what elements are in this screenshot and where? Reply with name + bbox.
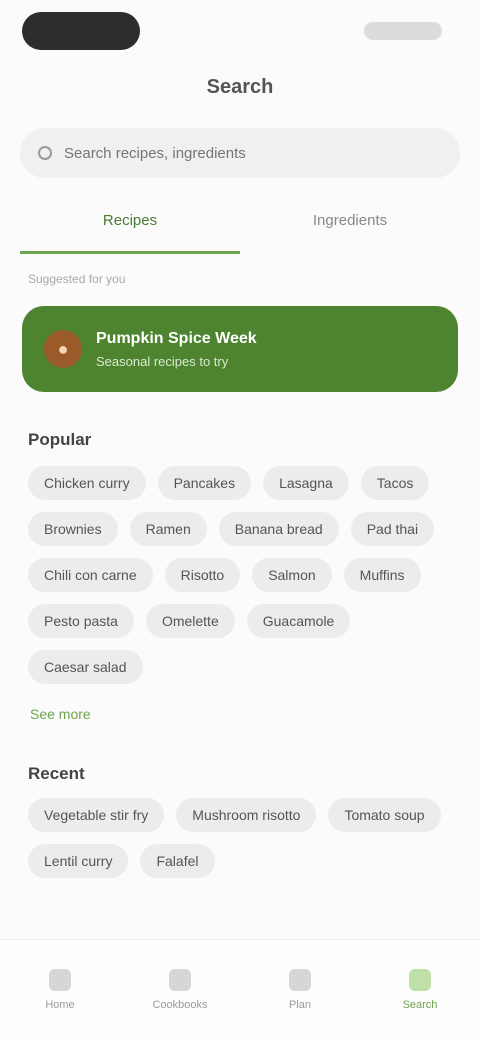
search-bar[interactable] — [20, 128, 460, 178]
recent-chips: Vegetable stir fry Mushroom risotto Toma… — [28, 798, 458, 878]
nav-label: Cookbooks — [152, 999, 208, 1011]
chip[interactable]: Chicken curry — [28, 466, 146, 500]
chip[interactable]: Falafel — [140, 844, 215, 878]
bottom-nav: Home Cookbooks Plan Search — [0, 939, 480, 1040]
nav-search[interactable]: Search — [360, 940, 480, 1040]
search-input[interactable] — [62, 143, 442, 163]
featured-banner[interactable]: ● Pumpkin Spice Week Seasonal recipes to… — [22, 306, 458, 392]
chip[interactable]: Pesto pasta — [28, 604, 134, 638]
chip[interactable]: Tacos — [360, 466, 430, 500]
chip[interactable]: Tomato soup — [328, 798, 441, 832]
page-title: Search — [206, 76, 274, 98]
tab-bar: Recipes Ingredients — [20, 200, 460, 254]
calendar-icon — [289, 969, 311, 991]
status-bar — [0, 0, 480, 64]
see-more-link[interactable]: See more — [30, 706, 91, 722]
banner-title: Pumpkin Spice Week — [96, 329, 257, 347]
chip[interactable]: Muffins — [343, 558, 421, 592]
search-icon — [38, 146, 52, 160]
chip[interactable]: Salmon — [252, 558, 332, 592]
chip[interactable]: Ramen — [129, 512, 207, 546]
search-icon — [409, 969, 431, 991]
nav-label: Home — [45, 999, 75, 1011]
tab-ingredients[interactable]: Ingredients — [240, 200, 460, 254]
tab-recipes[interactable]: Recipes — [20, 200, 240, 254]
chip[interactable]: Brownies — [28, 512, 118, 546]
chip[interactable]: Guacamole — [246, 604, 351, 638]
chip[interactable]: Banana bread — [218, 512, 339, 546]
chip[interactable]: Lentil curry — [28, 844, 129, 878]
banner-subtitle: Seasonal recipes to try — [96, 353, 229, 369]
chip[interactable]: Lasagna — [263, 466, 349, 500]
home-icon — [49, 969, 71, 991]
nav-label: Search — [402, 999, 438, 1011]
popular-section-title: Popular — [28, 430, 92, 449]
suggested-caption: Suggested for you — [28, 272, 126, 286]
nav-label: Plan — [288, 999, 312, 1011]
chip[interactable]: Risotto — [164, 558, 241, 592]
nav-home[interactable]: Home — [0, 940, 120, 1040]
chip[interactable]: Mushroom risotto — [176, 798, 317, 832]
nav-cookbooks[interactable]: Cookbooks — [120, 940, 240, 1040]
chip[interactable]: Omelette — [145, 604, 235, 638]
recent-section-title: Recent — [28, 764, 85, 783]
chip[interactable]: Caesar salad — [28, 650, 143, 684]
chip[interactable]: Vegetable stir fry — [28, 798, 165, 832]
chip[interactable]: Chili con carne — [28, 558, 153, 592]
chip[interactable]: Pad thai — [350, 512, 435, 546]
book-icon — [169, 969, 191, 991]
chip[interactable]: Pancakes — [157, 466, 252, 500]
nav-plan[interactable]: Plan — [240, 940, 360, 1040]
popular-chips: Chicken curry Pancakes Lasagna Tacos Bro… — [28, 466, 458, 684]
system-status-icons — [364, 22, 442, 40]
pumpkin-icon: ● — [44, 330, 82, 368]
status-time-pill — [22, 12, 140, 50]
